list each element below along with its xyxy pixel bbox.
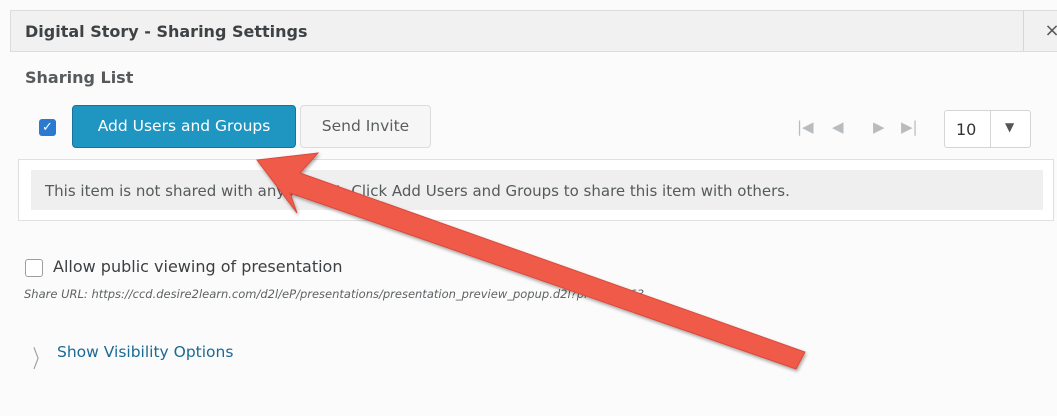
- chevron-right-icon[interactable]: 〉: [33, 339, 47, 374]
- sharing-list-panel: This item is not shared with anyone yet.…: [18, 159, 1054, 221]
- allow-public-viewing-label[interactable]: Allow public viewing of presentation: [53, 257, 342, 276]
- add-users-and-groups-button[interactable]: Add Users and Groups: [72, 105, 296, 148]
- allow-public-viewing-checkbox[interactable]: [25, 259, 43, 277]
- next-page-icon[interactable]: ▶: [873, 118, 885, 136]
- send-invite-button[interactable]: Send Invite: [300, 105, 431, 148]
- last-page-icon[interactable]: ▶|: [901, 118, 918, 136]
- select-all-checkbox[interactable]: ✓: [39, 119, 56, 136]
- empty-list-notice: This item is not shared with anyone yet.…: [31, 170, 1043, 210]
- page-size-select[interactable]: 10 ▼: [944, 110, 1031, 148]
- share-url-text: Share URL: https://ccd.desire2learn.com/…: [24, 287, 645, 301]
- chevron-down-icon: ▼: [1005, 120, 1015, 134]
- dialog-header: Digital Story - Sharing Settings ×: [10, 10, 1057, 52]
- dialog-title: Digital Story - Sharing Settings: [25, 22, 308, 41]
- show-visibility-options-link[interactable]: Show Visibility Options: [57, 343, 233, 361]
- close-icon[interactable]: ×: [1041, 20, 1057, 42]
- empty-list-message: This item is not shared with anyone yet.…: [45, 182, 790, 200]
- previous-page-icon[interactable]: ◀: [832, 118, 844, 136]
- page-size-divider: [990, 111, 991, 147]
- header-divider: [1023, 11, 1024, 51]
- page-size-value: 10: [956, 120, 977, 139]
- sharing-settings-dialog: Digital Story - Sharing Settings × Shari…: [0, 0, 1057, 416]
- sharing-list-heading: Sharing List: [25, 68, 134, 87]
- first-page-icon[interactable]: |◀: [797, 118, 814, 136]
